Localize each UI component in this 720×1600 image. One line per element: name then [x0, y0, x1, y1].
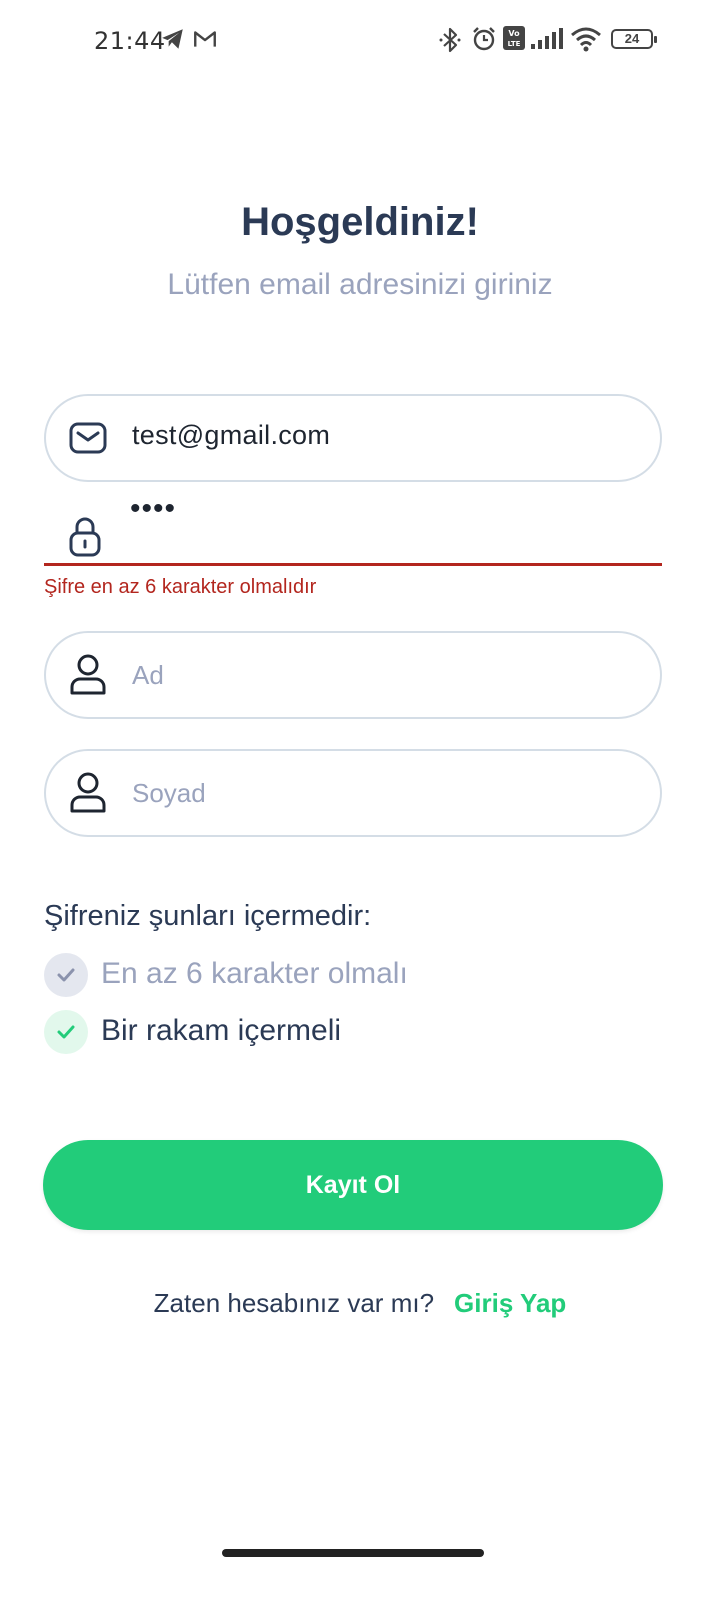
password-value: ••••	[130, 492, 177, 525]
svg-text:Vo: Vo	[508, 29, 520, 38]
requirements-title: Şifreniz şunları içermedir:	[44, 900, 372, 932]
login-row: Zaten hesabınız var mı? Giriş Yap	[0, 1288, 720, 1319]
login-question: Zaten hesabınız var mı?	[153, 1288, 435, 1318]
register-button[interactable]: Kayıt Ol	[43, 1140, 663, 1230]
password-field[interactable]: ••••	[44, 492, 662, 566]
status-time: 21:44	[94, 27, 166, 55]
wifi-icon	[571, 27, 601, 52]
page-subtitle: Lütfen email adresinizi giriniz	[167, 268, 553, 301]
gmail-icon	[194, 31, 216, 47]
last-name-placeholder: Soyad	[132, 778, 206, 808]
last-name-field[interactable]: Soyad	[44, 749, 662, 837]
user-icon	[70, 772, 106, 813]
signal-icon	[531, 28, 563, 49]
bluetooth-icon	[439, 27, 461, 53]
battery-icon: 24	[611, 29, 657, 49]
telegram-icon	[162, 29, 183, 49]
requirement-label: En az 6 karakter olmalı	[101, 957, 408, 990]
requirement-label: Bir rakam içermeli	[101, 1014, 342, 1047]
mail-icon	[69, 422, 107, 454]
home-indicator[interactable]	[222, 1549, 484, 1557]
status-bar: 21:44 Vo LTE 24	[0, 0, 720, 80]
check-icon	[44, 953, 88, 997]
login-link[interactable]: Giriş Yap	[454, 1288, 566, 1318]
page-title: Hoşgeldiniz!	[241, 200, 479, 244]
volte-icon: Vo LTE	[503, 26, 525, 50]
email-value: test@gmail.com	[132, 420, 331, 450]
battery-level: 24	[624, 31, 640, 46]
alarm-icon	[473, 27, 495, 51]
first-name-placeholder: Ad	[132, 660, 164, 690]
lock-icon	[69, 517, 101, 557]
password-error: Şifre en az 6 karakter olmalıdır	[44, 576, 317, 598]
first-name-field[interactable]: Ad	[44, 631, 662, 719]
email-field[interactable]: test@gmail.com	[44, 394, 662, 482]
svg-text:LTE: LTE	[508, 40, 521, 48]
check-icon	[44, 1010, 88, 1054]
user-icon	[70, 654, 106, 695]
